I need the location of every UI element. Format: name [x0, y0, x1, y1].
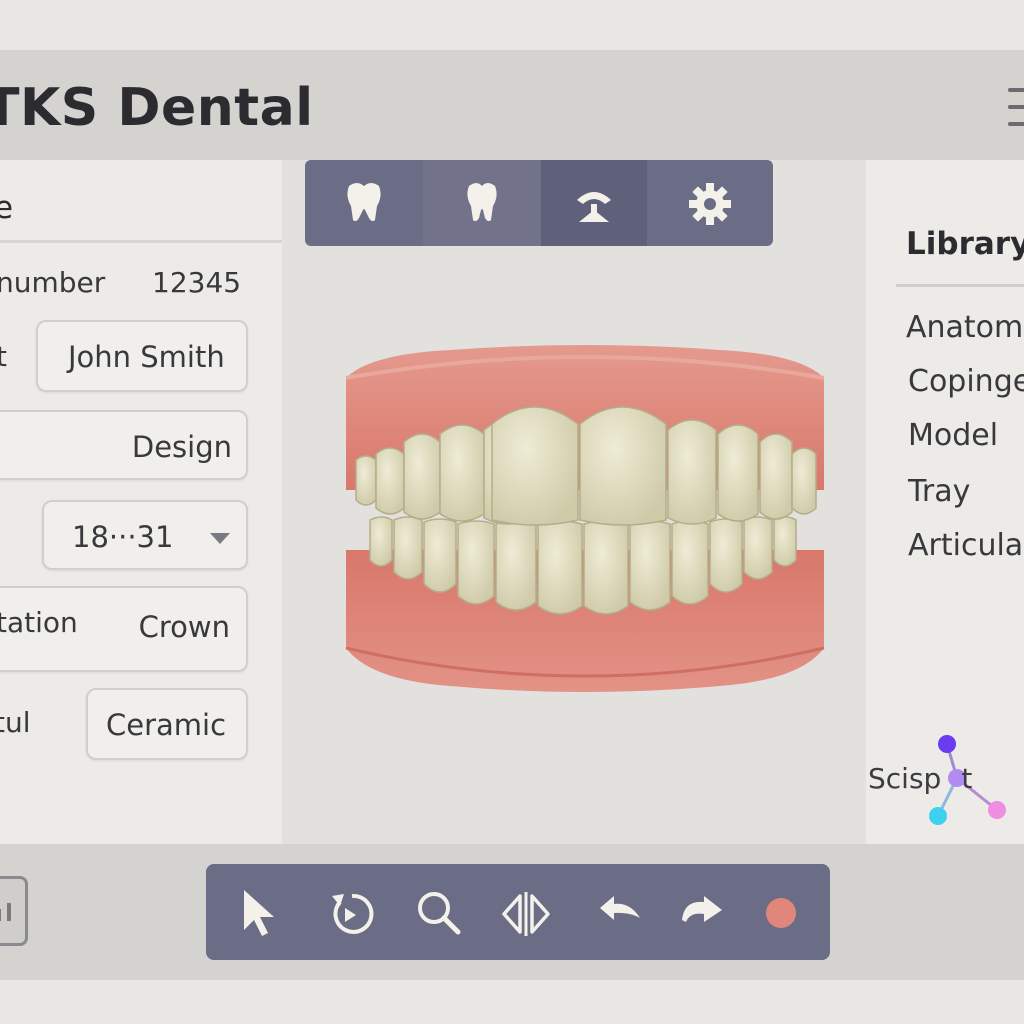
- library-title: Library: [906, 226, 1024, 262]
- material-label: tul: [0, 706, 31, 739]
- gear-icon: [689, 183, 731, 225]
- patient-label: t: [0, 340, 7, 373]
- scispot-logo: Scisp t: [868, 732, 1018, 828]
- chevron-down-icon: [210, 533, 230, 544]
- select-tool-button[interactable]: [228, 882, 288, 942]
- bottom-strip: [0, 980, 1024, 1024]
- undo-icon: [600, 896, 640, 920]
- tooth-range-value: 18···31: [72, 520, 174, 554]
- case-number-label: number: [0, 266, 106, 299]
- mirror-tool-button[interactable]: [496, 882, 556, 942]
- case-number-value: 12345: [152, 266, 242, 299]
- view-toolbar: [305, 160, 773, 246]
- arch-view-button[interactable]: [541, 160, 647, 246]
- rotate-icon: [332, 893, 374, 934]
- divider: [896, 284, 1024, 287]
- tools-toolbar: [206, 864, 830, 960]
- panel-toggle-button[interactable]: [0, 876, 28, 946]
- panel-heading: e: [0, 190, 14, 226]
- cursor-icon: [244, 890, 274, 936]
- tooth-view-button[interactable]: [305, 160, 423, 246]
- library-item-coping[interactable]: Copinge: [908, 364, 1024, 399]
- menu-icon[interactable]: [1008, 88, 1024, 128]
- library-item-anatomy[interactable]: Anatom: [906, 310, 1023, 345]
- app-title: TKS Dental: [0, 78, 314, 138]
- record-icon[interactable]: [766, 898, 796, 928]
- design-type-field[interactable]: Design: [0, 410, 248, 480]
- logo-text: Scisp t: [868, 762, 972, 795]
- top-band: [0, 0, 1024, 50]
- undo-button[interactable]: [590, 882, 650, 942]
- tooth-icon: [347, 183, 381, 222]
- bars-icon: [0, 903, 11, 921]
- library-item-tray[interactable]: Tray: [908, 474, 970, 509]
- logo-text-left: Scisp: [868, 762, 942, 795]
- tooth-outline-icon: [467, 183, 497, 222]
- rotate-tool-button[interactable]: [318, 882, 378, 942]
- redo-button[interactable]: [674, 882, 734, 942]
- logo-text-right: t: [961, 762, 973, 795]
- zoom-tool-button[interactable]: [408, 882, 468, 942]
- mirror-icon: [502, 892, 550, 936]
- material-field[interactable]: Ceramic: [86, 688, 248, 760]
- zoom-icon: [418, 892, 461, 935]
- settings-button[interactable]: [647, 160, 773, 246]
- dental-model[interactable]: [330, 330, 840, 710]
- tooth-outline-button[interactable]: [423, 160, 541, 246]
- redo-icon: [682, 896, 722, 922]
- library-item-model[interactable]: Model: [908, 418, 998, 453]
- tooth-range-select[interactable]: 18···31: [42, 500, 248, 570]
- library-item-articulator[interactable]: Articula: [908, 528, 1023, 563]
- divider: [0, 240, 282, 243]
- restoration-value: Crown: [138, 610, 230, 644]
- restoration-label-overlay: tation: [0, 606, 78, 639]
- patient-name-field[interactable]: John Smith: [36, 320, 248, 392]
- arch-icon: [577, 192, 611, 222]
